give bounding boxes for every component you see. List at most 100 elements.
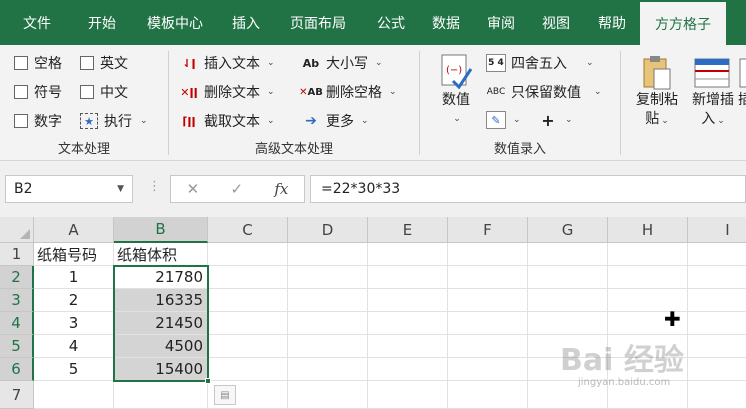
- cell-a7[interactable]: [34, 381, 114, 409]
- column-header-b[interactable]: B: [114, 217, 208, 243]
- plus-button[interactable]: + ⌄: [538, 111, 572, 130]
- cancel-icon[interactable]: ✕: [187, 180, 200, 198]
- cell-b7[interactable]: [114, 381, 208, 409]
- cell-b2[interactable]: 21780: [114, 266, 208, 289]
- cell-e4[interactable]: [368, 312, 448, 335]
- cell-b3[interactable]: 16335: [114, 289, 208, 312]
- value-button[interactable]: (−) 数值 ⌄: [436, 53, 476, 129]
- row-header-5[interactable]: 5: [0, 335, 34, 358]
- row-header-7[interactable]: 7: [0, 381, 34, 409]
- cell-i2[interactable]: [688, 266, 746, 289]
- cell-e5[interactable]: [368, 335, 448, 358]
- checkbox-space[interactable]: 空格: [14, 53, 62, 73]
- cell-e2[interactable]: [368, 266, 448, 289]
- cell-g4[interactable]: [528, 312, 608, 335]
- cell-h1[interactable]: [608, 243, 688, 266]
- cell-a6[interactable]: 5: [34, 358, 114, 381]
- cell-f7[interactable]: [448, 381, 528, 409]
- cell-d3[interactable]: [288, 289, 368, 312]
- cell-i1[interactable]: [688, 243, 746, 266]
- cell-i4[interactable]: [688, 312, 746, 335]
- cell-a1[interactable]: 纸箱号码: [34, 243, 114, 266]
- quick-analysis-icon[interactable]: ▤: [214, 385, 236, 405]
- edit-button[interactable]: ✎ ⌄: [486, 111, 521, 129]
- column-header-d[interactable]: D: [288, 217, 368, 243]
- row-header-6[interactable]: 6: [0, 358, 34, 381]
- cell-b5[interactable]: 4500: [114, 335, 208, 358]
- cell-c3[interactable]: [208, 289, 288, 312]
- cell-d2[interactable]: [288, 266, 368, 289]
- row-header-3[interactable]: 3: [0, 289, 34, 312]
- delete-text-button[interactable]: ✕ǀǀ 删除文本 ⌄: [179, 82, 274, 102]
- cell-c5[interactable]: [208, 335, 288, 358]
- cell-e6[interactable]: [368, 358, 448, 381]
- cell-a3[interactable]: 2: [34, 289, 114, 312]
- column-header-g[interactable]: G: [528, 217, 608, 243]
- cell-e1[interactable]: [368, 243, 448, 266]
- checkbox-chinese[interactable]: 中文: [80, 82, 128, 102]
- tab-review[interactable]: 审阅: [474, 0, 528, 45]
- drag-handle-icon[interactable]: ⋮: [148, 179, 161, 194]
- tab-page-layout[interactable]: 页面布局: [272, 0, 364, 45]
- column-header-i[interactable]: I: [688, 217, 746, 243]
- case-button[interactable]: Ab 大小写 ⌄: [301, 53, 383, 73]
- column-header-c[interactable]: C: [208, 217, 288, 243]
- tab-fangfanggezi[interactable]: 方方格子: [640, 0, 726, 45]
- tab-home[interactable]: 开始: [74, 0, 130, 45]
- cell-d7[interactable]: [288, 381, 368, 409]
- tab-view[interactable]: 视图: [528, 0, 584, 45]
- dropdown-arrow-icon[interactable]: ▼: [117, 184, 124, 194]
- cell-e3[interactable]: [368, 289, 448, 312]
- cell-f5[interactable]: [448, 335, 528, 358]
- delete-space-button[interactable]: ✕ AB 删除空格 ⌄: [299, 82, 396, 102]
- cell-e7[interactable]: [368, 381, 448, 409]
- cell-f6[interactable]: [448, 358, 528, 381]
- cell-d5[interactable]: [288, 335, 368, 358]
- cell-i6[interactable]: [688, 358, 746, 381]
- column-header-h[interactable]: H: [608, 217, 688, 243]
- cell-i7[interactable]: [688, 381, 746, 409]
- execute-button[interactable]: ★ 执行 ⌄: [80, 111, 148, 131]
- keep-values-button[interactable]: ABC 只保留数值 ⌄: [486, 82, 602, 102]
- name-box[interactable]: B2 ▼: [5, 175, 133, 203]
- column-header-f[interactable]: F: [448, 217, 528, 243]
- enter-icon[interactable]: ✓: [230, 180, 243, 198]
- row-header-4[interactable]: 4: [0, 312, 34, 335]
- cell-i3[interactable]: [688, 289, 746, 312]
- cell-b1[interactable]: 纸箱体积: [114, 243, 208, 266]
- tab-formulas[interactable]: 公式: [364, 0, 418, 45]
- cell-c4[interactable]: [208, 312, 288, 335]
- column-header-e[interactable]: E: [368, 217, 448, 243]
- cell-c1[interactable]: [208, 243, 288, 266]
- fill-handle[interactable]: [205, 378, 211, 384]
- row-header-2[interactable]: 2: [0, 266, 34, 289]
- checkbox-english[interactable]: 英文: [80, 53, 128, 73]
- cell-a4[interactable]: 3: [34, 312, 114, 335]
- row-header-1[interactable]: 1: [0, 243, 34, 266]
- cell-h2[interactable]: [608, 266, 688, 289]
- cell-g1[interactable]: [528, 243, 608, 266]
- more-button[interactable]: ➔ 更多 ⌄: [301, 111, 368, 131]
- cell-a2[interactable]: 1: [34, 266, 114, 289]
- tab-data[interactable]: 数据: [418, 0, 474, 45]
- cell-b6[interactable]: 15400: [114, 358, 208, 381]
- cell-d6[interactable]: [288, 358, 368, 381]
- add-insert-button[interactable]: 新增插 入 ⌄: [688, 53, 738, 131]
- cell-g3[interactable]: [528, 289, 608, 312]
- cut-insert-button[interactable]: 插: [738, 53, 746, 110]
- formula-input[interactable]: =22*30*33: [310, 175, 746, 203]
- extract-text-button[interactable]: ⌈ǀǀ 截取文本 ⌄: [179, 111, 274, 131]
- cell-d4[interactable]: [288, 312, 368, 335]
- cell-c6[interactable]: [208, 358, 288, 381]
- tab-file[interactable]: 文件: [0, 0, 74, 45]
- cell-f3[interactable]: [448, 289, 528, 312]
- tab-insert[interactable]: 插入: [220, 0, 272, 45]
- cell-f2[interactable]: [448, 266, 528, 289]
- cell-f4[interactable]: [448, 312, 528, 335]
- checkbox-number[interactable]: 数字: [14, 111, 62, 131]
- checkbox-symbol[interactable]: 符号: [14, 82, 62, 102]
- round-button[interactable]: 5 4 四舍五入 ⌄: [486, 53, 594, 73]
- cell-i5[interactable]: [688, 335, 746, 358]
- select-all-button[interactable]: [0, 217, 34, 243]
- cell-a5[interactable]: 4: [34, 335, 114, 358]
